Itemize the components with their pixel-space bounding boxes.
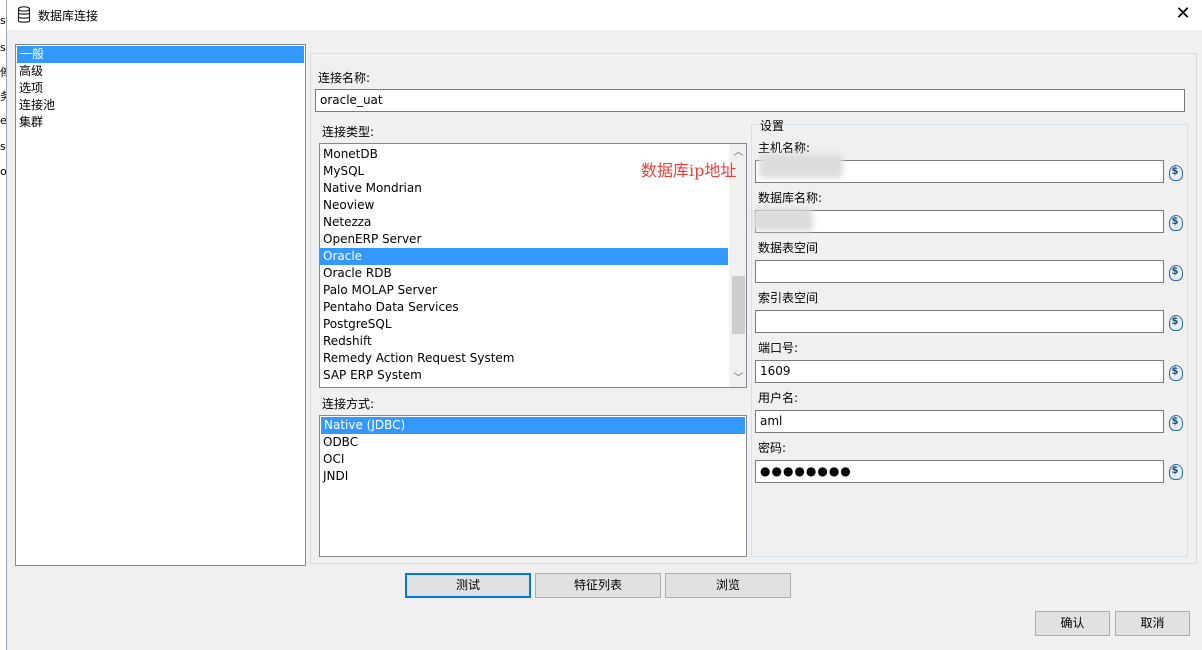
database-name-label: 数据库名称: [758,191,823,205]
list-item[interactable]: Pentaho Data Services [320,299,746,316]
nav-item-general[interactable]: 一般 [17,46,304,63]
username-input[interactable]: aml [755,410,1164,433]
redacted-host [759,154,843,178]
database-icon [17,6,31,23]
list-item[interactable]: Redshift [320,333,746,350]
feature-list-button[interactable]: 特征列表 [535,573,661,598]
nav-item-advanced[interactable]: 高级 [16,63,305,80]
connection-name-input[interactable]: oracle_uat [315,89,1185,112]
password-label: 密码: [758,441,787,455]
list-item[interactable]: Netezza [320,214,746,231]
scroll-thumb[interactable] [732,276,745,334]
explore-button[interactable]: 浏览 [665,573,791,598]
list-item-selected[interactable]: Oracle [320,248,728,265]
list-item[interactable]: Neoview [320,197,746,214]
dialog-title: 数据库连接 [38,9,99,23]
connection-type-label: 连接类型: [322,125,375,139]
list-item[interactable]: JNDI [320,468,746,485]
background-text: s [0,14,6,27]
list-item[interactable]: PostgreSQL [320,316,746,333]
list-item-selected[interactable]: Native (JDBC) [321,417,745,434]
variable-icon[interactable]: $ [1169,315,1183,331]
variable-icon[interactable]: $ [1169,265,1183,281]
list-item[interactable]: Palo MOLAP Server [320,282,746,299]
background-text: s [0,41,6,54]
list-item[interactable]: ODBC [320,434,746,451]
annotation-text: 数据库ip地址 [641,161,737,180]
list-item[interactable]: Oracle RDB [320,265,746,282]
port-label: 端口号: [758,341,799,355]
list-item[interactable]: OCI [320,451,746,468]
data-tablespace-label: 数据表空间 [758,241,819,255]
close-icon[interactable]: ✕ [1172,3,1194,25]
list-item[interactable]: Remedy Action Request System [320,350,746,367]
settings-title: 设置 [758,117,787,134]
scroll-down-icon[interactable]: ﹀ [730,370,746,387]
variable-icon[interactable]: $ [1169,365,1183,381]
database-connection-dialog: 数据库连接 ✕ 一般 高级 选项 连接池 集群 连接名称: oracle_uat… [6,0,1202,650]
nav-item-options[interactable]: 选项 [16,80,305,97]
nav-item-clustering[interactable]: 集群 [16,114,305,131]
connection-name-label: 连接名称: [318,71,371,85]
variable-icon[interactable]: $ [1169,165,1183,181]
list-item[interactable]: OpenERP Server [320,231,746,248]
data-tablespace-input[interactable] [755,260,1164,283]
cancel-button[interactable]: 取消 [1115,611,1190,636]
nav-item-pooling[interactable]: 连接池 [16,97,305,114]
list-item[interactable]: SAP ERP System [320,367,746,384]
index-tablespace-input[interactable] [755,310,1164,333]
variable-icon[interactable]: $ [1169,464,1183,480]
variable-icon[interactable]: $ [1169,415,1183,431]
variable-icon[interactable]: $ [1169,215,1183,231]
access-method-label: 连接方式: [322,397,375,411]
index-tablespace-label: 索引表空间 [758,291,819,305]
port-input[interactable]: 1609 [755,360,1164,383]
password-input[interactable]: ●●●●●●●● [755,460,1164,483]
redacted-database [753,209,813,231]
list-item[interactable]: Native Mondrian [320,180,746,197]
database-name-input[interactable] [755,210,1164,233]
category-list[interactable]: 一般 高级 选项 连接池 集群 [15,44,306,566]
general-panel: 连接名称: oracle_uat 连接类型: MonetDB MySQL Nat… [310,53,1197,564]
test-button[interactable]: 测试 [405,573,531,598]
username-label: 用户名: [758,391,799,405]
title-bar[interactable]: 数据库连接 ✕ [7,0,1202,30]
background-text: s [0,140,6,153]
access-method-list[interactable]: Native (JDBC) ODBC OCI JNDI [319,415,747,557]
ok-button[interactable]: 确认 [1035,611,1110,636]
